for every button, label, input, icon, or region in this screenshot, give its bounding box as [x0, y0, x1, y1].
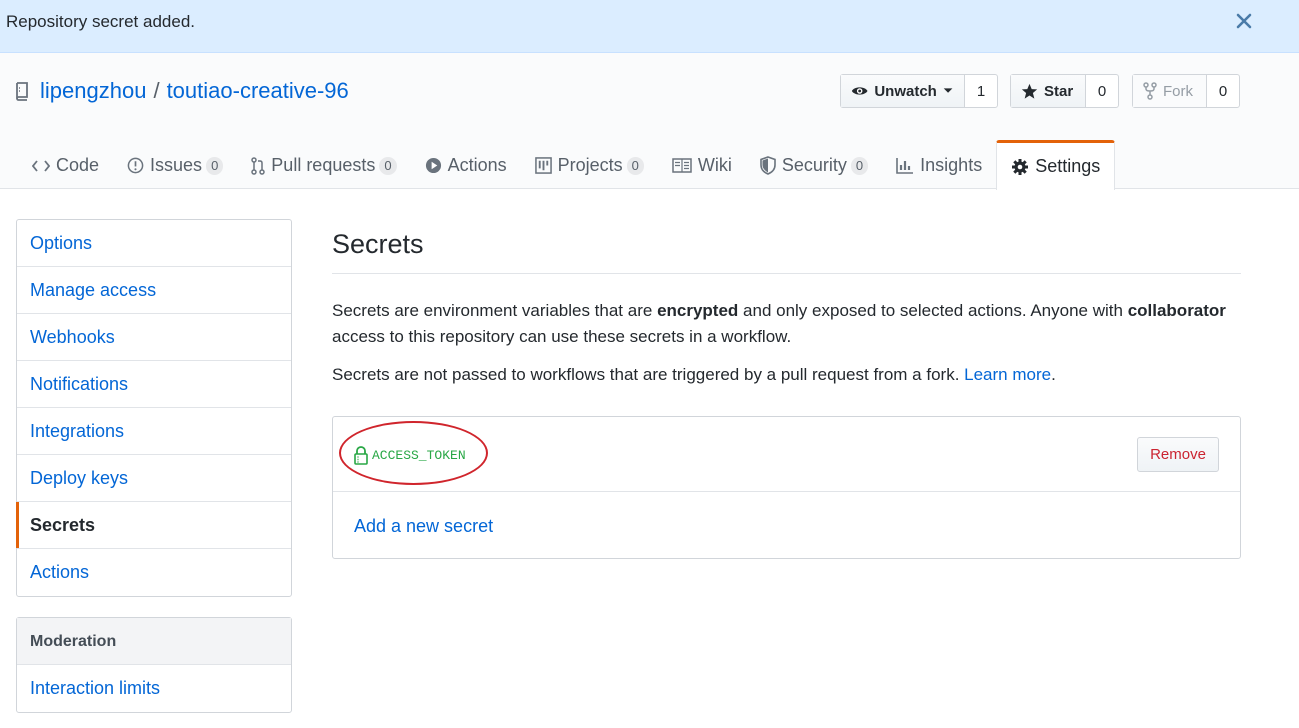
- star-label: Star: [1044, 82, 1074, 100]
- book-icon: [672, 158, 692, 173]
- sidebar-item-interaction-limits[interactable]: Interaction limits: [17, 665, 291, 712]
- tab-code[interactable]: Code: [0, 142, 113, 189]
- star-count[interactable]: 0: [1086, 75, 1118, 107]
- sidebar-item-notifications[interactable]: Notifications: [17, 361, 291, 408]
- star-button-group: Star 0: [1010, 74, 1119, 108]
- tab-security-counter: 0: [850, 156, 869, 175]
- shield-icon: [760, 156, 776, 175]
- learn-more-link[interactable]: Learn more: [964, 365, 1051, 384]
- tab-insights-label: Insights: [920, 155, 983, 175]
- sidebar-item-secrets[interactable]: Secrets: [16, 502, 291, 549]
- fork-count[interactable]: 0: [1207, 75, 1239, 107]
- list-item: ACCESS_TOKEN Remove: [333, 417, 1240, 492]
- repo-name-link[interactable]: toutiao-creative-96: [167, 78, 349, 104]
- secrets-description: Secrets are environment variables that a…: [332, 298, 1241, 350]
- secret-name-label: ACCESS_TOKEN: [372, 448, 466, 463]
- tab-insights[interactable]: Insights: [882, 142, 996, 189]
- repo-title: lipengzhou / toutiao-creative-96: [14, 78, 349, 104]
- tab-actions[interactable]: Actions: [411, 142, 521, 189]
- fork-note: Secrets are not passed to workflows that…: [332, 362, 1241, 388]
- fork-note-end: .: [1051, 365, 1056, 384]
- tab-issues-label: Issues: [150, 155, 203, 175]
- fork-button-group: Fork 0: [1132, 74, 1240, 108]
- star-icon: [1021, 83, 1038, 99]
- graph-icon: [896, 158, 914, 174]
- repo-nav-tabs: Code Issues 0 Pull requests 0 Actions Pr…: [0, 139, 1116, 190]
- tab-settings[interactable]: Settings: [996, 140, 1116, 190]
- repo-icon: [16, 82, 28, 101]
- unwatch-label: Unwatch: [874, 82, 937, 100]
- eye-icon: [851, 87, 868, 95]
- star-button[interactable]: Star: [1011, 75, 1086, 107]
- tab-security[interactable]: Security 0: [746, 142, 882, 189]
- moderation-heading: Moderation: [17, 618, 291, 665]
- repo-header: lipengzhou / toutiao-creative-96 Unwatch…: [0, 53, 1299, 190]
- tab-actions-label: Actions: [447, 155, 507, 175]
- fork-note-text: Secrets are not passed to workflows that…: [332, 365, 965, 384]
- description-text-3: access to this repository can use these …: [332, 327, 792, 346]
- project-icon: [534, 157, 552, 174]
- pull-request-icon: [251, 156, 266, 175]
- description-bold-encrypted: encrypted: [657, 301, 739, 320]
- tab-issues-counter: 0: [206, 156, 224, 175]
- secrets-list: ACCESS_TOKEN Remove Add a new secret: [332, 416, 1241, 559]
- remove-secret-button[interactable]: Remove: [1137, 437, 1219, 472]
- fork-button[interactable]: Fork: [1133, 75, 1207, 107]
- watch-button-group: Unwatch 1: [840, 74, 998, 108]
- play-icon: [425, 157, 441, 174]
- issue-icon: [127, 157, 144, 174]
- moderation-sidebar-menu: Moderation Interaction limits: [16, 617, 292, 713]
- fork-icon: [1143, 82, 1157, 100]
- tab-projects-label: Projects: [557, 155, 623, 175]
- repo-owner-link[interactable]: lipengzhou: [40, 78, 146, 104]
- caret-down-icon: [943, 88, 953, 93]
- sidebar-item-actions[interactable]: Actions: [17, 549, 291, 596]
- gear-icon: [1012, 158, 1029, 175]
- sidebar-item-integrations[interactable]: Integrations: [17, 408, 291, 455]
- watch-count[interactable]: 1: [965, 75, 997, 107]
- secrets-main: Secrets Secrets are environment variable…: [332, 219, 1241, 559]
- tab-settings-label: Settings: [1035, 156, 1101, 176]
- unwatch-button[interactable]: Unwatch: [841, 75, 965, 107]
- settings-sidebar-menu: Options Manage access Webhooks Notificat…: [16, 219, 292, 597]
- lock-icon: [354, 446, 368, 465]
- tab-projects[interactable]: Projects 0: [521, 142, 658, 189]
- tab-pull-requests[interactable]: Pull requests 0: [237, 142, 410, 189]
- secret-name: ACCESS_TOKEN: [353, 446, 466, 465]
- code-icon: [32, 159, 50, 172]
- description-text-2: and only exposed to selected actions. An…: [738, 301, 1128, 320]
- page-title: Secrets: [332, 229, 424, 259]
- description-bold-collaborator: collaborator: [1127, 301, 1226, 320]
- tab-code-label: Code: [56, 155, 100, 175]
- tab-pull-requests-counter: 0: [379, 156, 397, 175]
- flash-notice: Repository secret added.: [0, 0, 1299, 53]
- add-new-secret-link[interactable]: Add a new secret: [354, 516, 493, 537]
- tab-projects-counter: 0: [626, 156, 644, 175]
- close-icon[interactable]: [1234, 10, 1254, 32]
- repo-separator: /: [153, 78, 160, 103]
- sidebar-item-deploy-keys[interactable]: Deploy keys: [17, 455, 291, 502]
- fork-label: Fork: [1163, 82, 1193, 100]
- tab-security-label: Security: [781, 155, 847, 175]
- tab-wiki-label: Wiki: [697, 155, 732, 175]
- sidebar-item-manage-access[interactable]: Manage access: [17, 267, 291, 314]
- tab-pull-requests-label: Pull requests: [271, 155, 376, 175]
- flash-message: Repository secret added.: [6, 12, 195, 31]
- sidebar-item-options[interactable]: Options: [17, 220, 291, 267]
- tab-issues[interactable]: Issues 0: [113, 142, 237, 189]
- subhead: Secrets: [332, 219, 1241, 274]
- tab-wiki[interactable]: Wiki: [658, 142, 746, 189]
- sidebar-item-webhooks[interactable]: Webhooks: [17, 314, 291, 361]
- description-text-1: Secrets are environment variables that a…: [332, 301, 658, 320]
